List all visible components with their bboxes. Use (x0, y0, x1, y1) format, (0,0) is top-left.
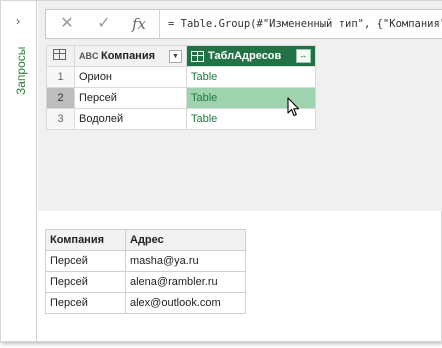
column-header-company[interactable]: ABC Компания ▼ (74, 45, 187, 67)
source-data-table: Компания Адрес Персей masha@ya.ru Персей… (45, 229, 246, 314)
company-cell[interactable]: Орион (74, 66, 187, 88)
table-row: 1 Орион Table (46, 66, 316, 88)
table-link-cell[interactable]: Table (186, 66, 316, 88)
table-row: 3 Водолей Table (46, 108, 316, 130)
company-cell[interactable]: Водолей (74, 108, 187, 130)
company-cell: Персей (45, 250, 126, 272)
expand-column-icon[interactable]: ↔ (296, 49, 311, 63)
address-cell: masha@ya.ru (125, 250, 246, 272)
table-row: Персей alena@rambler.ru (45, 271, 246, 293)
close-icon[interactable]: ✕ (52, 10, 82, 38)
filter-dropdown-icon[interactable]: ▼ (169, 49, 182, 63)
column-header-label: ТаблАдресов (208, 50, 282, 62)
row-number[interactable]: 2 (46, 87, 75, 109)
table-menu-icon[interactable] (53, 49, 66, 60)
queries-pane: › Запросы (1, 1, 37, 341)
table-row: Персей alex@outlook.com (45, 292, 246, 314)
table-row: 2 Персей Table (46, 87, 316, 109)
company-cell: Персей (45, 292, 126, 314)
row-number[interactable]: 3 (46, 108, 75, 130)
grid-corner-menu[interactable] (46, 45, 75, 67)
company-cell: Персей (45, 271, 126, 293)
column-header-addresses[interactable]: ТаблАдресов ↔ (186, 45, 316, 67)
power-query-window: › Запросы ✕ ✓ fx = Table.Group(#"Изменен… (0, 0, 442, 342)
query-preview-grid: ABC Компания ▼ ТаблАдресов ↔ 1 Орион Tab… (46, 45, 316, 130)
column-header-label: Компания (101, 50, 156, 62)
text-type-icon[interactable]: ABC (79, 51, 99, 61)
mouse-pointer-icon (287, 97, 300, 117)
row-number[interactable]: 1 (46, 66, 75, 88)
column-header-company: Компания (45, 229, 126, 251)
formula-input[interactable]: = Table.Group(#"Измененный тип", {"Компа… (168, 10, 442, 38)
column-header-address: Адрес (125, 229, 246, 251)
table-row: Персей masha@ya.ru (45, 250, 246, 272)
address-cell: alex@outlook.com (125, 292, 246, 314)
chevron-right-icon[interactable]: › (12, 15, 24, 27)
formula-divider (159, 10, 160, 38)
address-cell: alena@rambler.ru (125, 271, 246, 293)
formula-bar: ✕ ✓ fx = Table.Group(#"Измененный тип", … (45, 9, 442, 39)
check-icon[interactable]: ✓ (89, 10, 119, 38)
table-type-icon[interactable] (191, 50, 204, 62)
queries-pane-label[interactable]: Запросы (14, 47, 28, 95)
company-cell[interactable]: Персей (74, 87, 187, 109)
fx-icon[interactable]: fx (124, 10, 154, 38)
